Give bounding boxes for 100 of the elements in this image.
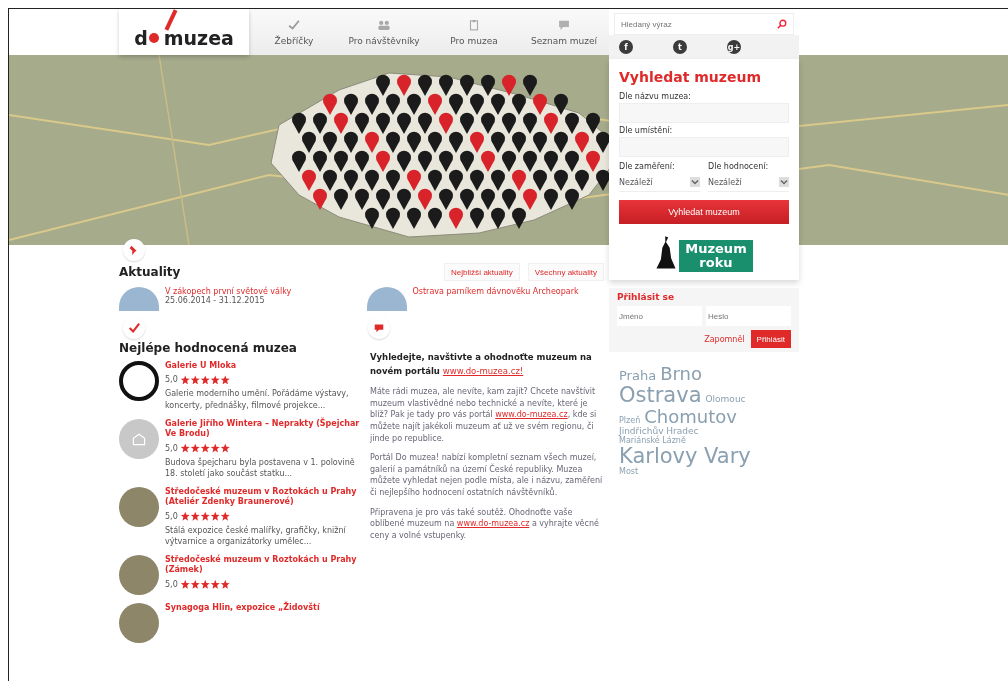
museum-link[interactable]: Galerie U Mloka	[165, 361, 364, 372]
map-pin[interactable]	[365, 169, 379, 191]
nav-tab[interactable]: Seznam muzeí	[519, 9, 609, 55]
map-pin[interactable]	[586, 112, 600, 134]
map-pin[interactable]	[334, 150, 348, 172]
map-pin[interactable]	[533, 169, 547, 191]
social-button[interactable]: g+	[727, 40, 741, 54]
map-pin[interactable]	[334, 188, 348, 210]
map-pin[interactable]	[355, 112, 369, 134]
city-tag[interactable]: Brno	[660, 364, 702, 384]
social-button[interactable]: f	[619, 40, 633, 54]
city-tag[interactable]: Jindřichův Hradec	[619, 426, 699, 437]
map-pin[interactable]	[481, 112, 495, 134]
map-pin[interactable]	[323, 131, 337, 153]
map-pin[interactable]	[376, 188, 390, 210]
map-pin[interactable]	[544, 188, 558, 210]
map-pin[interactable]	[470, 169, 484, 191]
map-pin[interactable]	[512, 207, 526, 229]
map-pin[interactable]	[355, 150, 369, 172]
map-pin[interactable]	[428, 131, 442, 153]
news-link[interactable]: Ostrava parníkem dávnověku Archeopark	[412, 287, 579, 296]
map-pin[interactable]	[344, 131, 358, 153]
city-tag[interactable]: Olomouc	[705, 394, 746, 405]
map-pin[interactable]	[554, 169, 568, 191]
map-pin[interactable]	[596, 169, 610, 191]
map-pin[interactable]	[292, 150, 306, 172]
map-pin[interactable]	[565, 188, 579, 210]
map-pin[interactable]	[386, 93, 400, 115]
map-pin[interactable]	[397, 150, 411, 172]
map-pin[interactable]	[565, 112, 579, 134]
museum-link[interactable]: Synagoga Hlin, expozice „Židovští	[165, 603, 364, 614]
map-pin[interactable]	[386, 169, 400, 191]
site-link[interactable]: www.do-muzea.cz	[495, 410, 568, 420]
nav-tab[interactable]: Pro muzea	[429, 9, 519, 55]
map-pin[interactable]	[565, 150, 579, 172]
map-pin[interactable]	[376, 112, 390, 134]
map-pin[interactable]	[439, 150, 453, 172]
map-pin[interactable]	[397, 188, 411, 210]
map-pin[interactable]	[470, 93, 484, 115]
map-pin[interactable]	[502, 112, 516, 134]
search-field[interactable]: Hledaný výraz	[614, 13, 794, 35]
map-pin[interactable]	[313, 112, 327, 134]
map-pin[interactable]	[323, 169, 337, 191]
map-pin[interactable]	[523, 112, 537, 134]
site-link[interactable]: www.do-muzea.cz!	[442, 365, 524, 376]
city-tag[interactable]: Praha	[619, 369, 657, 384]
map-pin[interactable]	[407, 131, 421, 153]
map-pin[interactable]	[481, 74, 495, 96]
map-pin[interactable]	[449, 93, 463, 115]
map-pin[interactable]	[365, 207, 379, 229]
map-pin[interactable]	[302, 131, 316, 153]
map-pin[interactable]	[439, 74, 453, 96]
map-pin[interactable]	[460, 188, 474, 210]
city-tag[interactable]: Plzeň	[619, 416, 641, 426]
map-pin[interactable]	[491, 131, 505, 153]
map-pin[interactable]	[533, 131, 547, 153]
map-pin[interactable]	[428, 207, 442, 229]
map-pin[interactable]	[470, 207, 484, 229]
dropdown[interactable]: Nezáleží	[619, 173, 700, 192]
map-pin[interactable]	[313, 150, 327, 172]
map-pin[interactable]	[407, 93, 421, 115]
map-pin[interactable]	[481, 188, 495, 210]
map-pin[interactable]	[439, 188, 453, 210]
map-pin[interactable]	[460, 74, 474, 96]
map-pin[interactable]	[428, 169, 442, 191]
map-pin[interactable]	[376, 74, 390, 96]
map-pin[interactable]	[407, 207, 421, 229]
map-pin[interactable]	[418, 150, 432, 172]
map-pin[interactable]	[418, 74, 432, 96]
map-pin[interactable]	[449, 169, 463, 191]
city-tag[interactable]: Chomutov	[644, 406, 737, 427]
news-button[interactable]: Všechny aktuality	[527, 263, 604, 281]
news-link[interactable]: V zákopech první světové války	[165, 287, 292, 296]
site-link[interactable]: www.do-muzea.cz	[456, 519, 530, 529]
username-field[interactable]: Jméno	[617, 306, 702, 326]
city-tag[interactable]: Most	[619, 468, 639, 478]
map-pin[interactable]	[575, 169, 589, 191]
city-tag[interactable]: Karlovy Vary	[619, 445, 751, 469]
map-pin[interactable]	[554, 93, 568, 115]
password-field[interactable]: Heslo	[706, 306, 791, 326]
map-pin[interactable]	[292, 112, 306, 134]
map-pin[interactable]	[449, 131, 463, 153]
map-pin[interactable]	[523, 74, 537, 96]
map-pin[interactable]	[365, 93, 379, 115]
map-pin[interactable]	[502, 150, 516, 172]
map-pin[interactable]	[512, 131, 526, 153]
map-pin[interactable]	[460, 150, 474, 172]
social-button[interactable]: t	[673, 40, 687, 54]
map-pin[interactable]	[512, 93, 526, 115]
map-pin[interactable]	[386, 207, 400, 229]
map-pin[interactable]	[460, 112, 474, 134]
museum-link[interactable]: Středočeské muzeum v Roztokách u Prahy (Zámek)	[165, 555, 364, 576]
map-pin[interactable]	[502, 188, 516, 210]
museum-link[interactable]: Galerie Jiřího Wintera – Neprakty (Špejchar Ve Brodu)	[165, 418, 364, 440]
forgot-password-link[interactable]: Zapomněl	[704, 334, 745, 344]
site-logo[interactable]: d muzea	[119, 9, 249, 55]
map-pin[interactable]	[344, 93, 358, 115]
map-pin[interactable]	[355, 188, 369, 210]
login-button[interactable]: Přihlásit	[750, 330, 791, 348]
search-button[interactable]: Vyhledat muzeum	[619, 200, 789, 224]
